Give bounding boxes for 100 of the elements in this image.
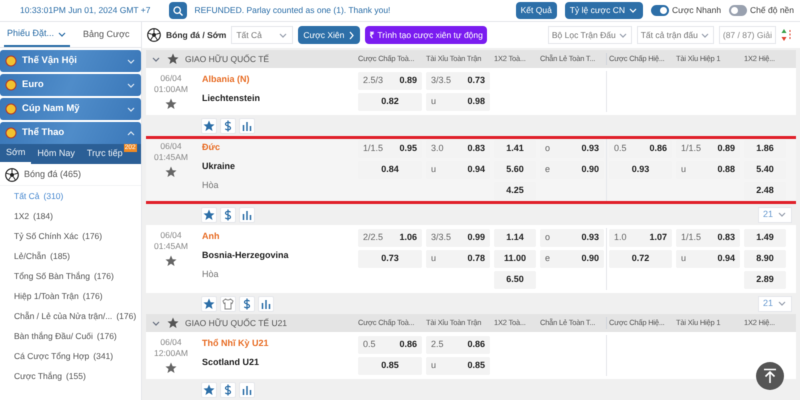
header-button[interactable]: Kết Quả: [516, 2, 557, 19]
bet-type-item[interactable]: Tỷ Số Chính Xác (176): [0, 226, 141, 246]
tool-button[interactable]: [239, 206, 255, 222]
caret-icon: [700, 30, 710, 40]
odds-cell[interactable]: 2.89: [744, 271, 786, 289]
odds-cell[interactable]: 2.5/3 0.89: [358, 72, 422, 90]
chevron-icon[interactable]: [151, 318, 161, 328]
home-team: Thổ Nhĩ Kỳ U21: [202, 338, 270, 349]
odds-cell[interactable]: 2.5 0.86: [426, 336, 490, 354]
star-icon: [203, 208, 215, 220]
odds-cell[interactable]: e 0.90: [540, 250, 604, 268]
parlay-button[interactable]: Cược Xiên: [298, 26, 360, 44]
bar-chart-icon: [241, 208, 253, 220]
chevron-icon[interactable]: [151, 54, 161, 64]
category-bar[interactable]: Cúp Nam Mỹ: [0, 98, 141, 120]
market-select[interactable]: Tất Cả: [231, 26, 294, 44]
tool-button[interactable]: [201, 206, 217, 222]
bar-chart-icon: [241, 120, 253, 132]
category-bar[interactable]: Thế Vận Hội: [0, 50, 141, 72]
dollar-icon: [222, 120, 234, 132]
odds-cell[interactable]: 11.00: [494, 250, 536, 268]
odds-cell[interactable]: 0.73: [358, 250, 422, 268]
sidebar-tab[interactable]: Bảng Cược: [80, 23, 132, 47]
bet-type-item[interactable]: Tất Cả (310): [0, 186, 141, 206]
toggle-switch[interactable]: [650, 5, 669, 16]
bet-type-item[interactable]: Cược Thắng (155): [0, 366, 141, 386]
toggle-switch[interactable]: [729, 5, 748, 16]
emblem-icon: [5, 127, 17, 139]
shirt-icon: [222, 298, 234, 310]
odds-cell[interactable]: 0.82: [358, 93, 422, 111]
arrow-up-icon: [763, 368, 777, 384]
odds-cell[interactable]: u 0.94: [676, 250, 740, 268]
home-team: Albania (N): [202, 74, 251, 85]
star-icon[interactable]: [165, 362, 177, 374]
tool-button[interactable]: [220, 206, 236, 222]
odds-cell[interactable]: 8.90: [744, 250, 786, 268]
bet-type-item[interactable]: Hiệp 1/Toàn Trận (176): [0, 286, 141, 306]
odds-cell[interactable]: 3/3.5 0.73: [426, 72, 490, 90]
odds-cell[interactable]: 2/2.5 1.06: [358, 229, 422, 247]
tool-button[interactable]: [201, 296, 217, 312]
sort-icon[interactable]: [781, 28, 793, 42]
odds-cell[interactable]: 0.85: [358, 357, 422, 375]
odds-cell[interactable]: 1.14: [494, 229, 536, 247]
odds-cell[interactable]: 3/3.5 0.99: [426, 229, 490, 247]
star-icon[interactable]: [165, 166, 177, 178]
toggle-label: Chế độ nền: [750, 4, 794, 17]
odds-cell[interactable]: o 0.93: [540, 229, 604, 247]
tool-button[interactable]: [220, 118, 236, 134]
tool-button[interactable]: [220, 296, 236, 312]
odds-cell[interactable]: 1.49: [744, 229, 786, 247]
notice-text: REFUNDED. Parlay counted as one (1). Thank you!: [194, 4, 392, 17]
odds-cell[interactable]: 0.72: [609, 250, 672, 268]
bet-type-item[interactable]: Cá Cược Tổng Hợp (341): [0, 346, 141, 366]
star-icon[interactable]: [167, 53, 179, 65]
tool-button[interactable]: [239, 118, 255, 134]
odds-cell[interactable]: 1/1.5 0.83: [676, 229, 740, 247]
dollar-icon: [222, 384, 234, 396]
odds-cell[interactable]: 6.50: [494, 271, 536, 289]
caret-icon: [618, 30, 628, 40]
header-button[interactable]: Tỷ lệ cược CN: [564, 2, 643, 19]
away-team: Liechtenstein: [202, 93, 262, 104]
tool-button[interactable]: [220, 382, 236, 398]
match-date: 06/04: [160, 73, 182, 84]
period-tab[interactable]: Hôm Nay: [31, 144, 81, 164]
away-team: Bosnia-Herzegovina: [202, 250, 290, 261]
odds-cell[interactable]: 1.0 1.07: [609, 229, 672, 247]
odds-cell[interactable]: u 0.98: [426, 93, 490, 111]
star-icon[interactable]: [167, 317, 179, 329]
bet-type-item[interactable]: 1X2 (184): [0, 206, 141, 226]
filter-dropdown[interactable]: Tất cả trận đấu: [636, 26, 714, 44]
period-tab[interactable]: Sớm: [0, 144, 32, 164]
star-icon[interactable]: [165, 255, 177, 267]
tool-button[interactable]: [239, 296, 255, 312]
star-icon[interactable]: [165, 98, 177, 110]
tool-button[interactable]: [239, 382, 255, 398]
odds-cell[interactable]: u 0.78: [426, 250, 490, 268]
category-bar[interactable]: Thể Thao: [0, 122, 141, 144]
category-bar[interactable]: Euro: [0, 74, 141, 96]
soccer-ball-icon: [147, 28, 161, 42]
bar-chart-icon: [241, 384, 253, 396]
tool-button[interactable]: [201, 382, 217, 398]
sidebar-tab[interactable]: Phiếu Đặt...: [4, 23, 70, 47]
match-date: 06/04: [160, 337, 182, 348]
bet-type-item[interactable]: Tổng Số Bàn Thắng (176): [0, 266, 141, 286]
league-name: GIAO HỮU QUỐC TẾ U21: [185, 316, 288, 330]
emblem-icon: [5, 103, 17, 115]
auto-parlay-button[interactable]: ₹ Trình tạo cược xiên tự động: [365, 26, 487, 44]
bet-type-item[interactable]: Bàn thắng Đầu/ Cuối (176): [0, 326, 141, 346]
filter-dropdown[interactable]: Bộ Lọc Trận Đấu: [548, 26, 632, 44]
tool-button[interactable]: [201, 118, 217, 134]
odds-cell[interactable]: 0.5 0.86: [358, 336, 422, 354]
league-count: (87 / 87) Giải: [718, 26, 776, 44]
tool-button[interactable]: [258, 296, 274, 312]
odds-cell[interactable]: u 0.85: [426, 357, 490, 375]
bet-type-item[interactable]: Lẻ/Chẵn (185): [0, 246, 141, 266]
search-button[interactable]: [168, 2, 186, 19]
caret-icon: [777, 299, 787, 308]
bet-type-item[interactable]: Chẵn / Lẻ của Nửa trận/... (176): [0, 306, 141, 326]
soccer-ball-icon: [5, 168, 19, 182]
emblem-icon: [5, 55, 17, 67]
